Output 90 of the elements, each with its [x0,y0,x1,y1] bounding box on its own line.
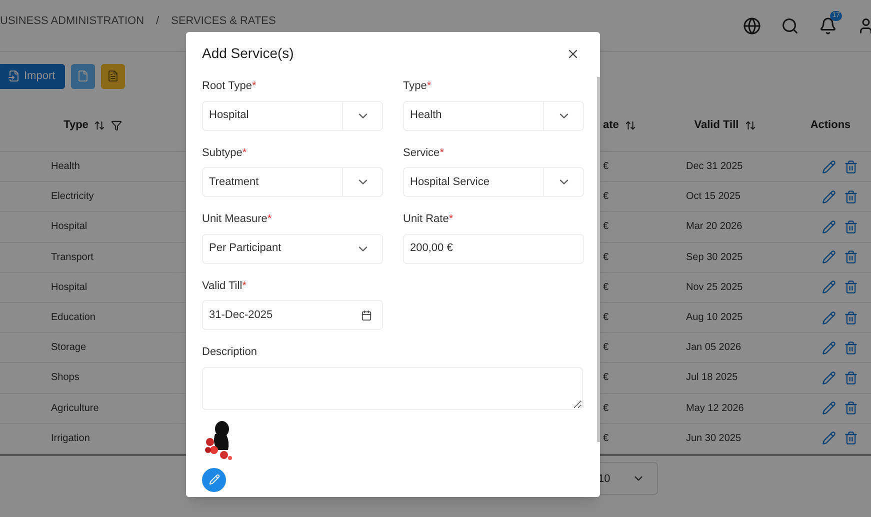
edit-icon[interactable] [822,160,836,174]
select-field[interactable]: Hospital Service [403,167,584,197]
trash-icon[interactable] [844,220,858,234]
breadcrumb-separator: / [156,14,160,30]
field-label: Subtype* [202,146,248,160]
search-icon[interactable] [781,16,799,34]
table-cell-text: Oct 15 2025 [686,190,740,204]
trash-icon[interactable] [844,160,858,174]
column-header[interactable]: Type [64,117,88,134]
table-cell-text: € [603,402,609,416]
trash-icon[interactable] [844,190,858,204]
edit-icon[interactable] [822,190,836,204]
filter-icon[interactable] [111,120,122,131]
trash-icon[interactable] [844,431,858,446]
description-field[interactable] [202,366,583,410]
field-label: Root Type* [202,79,258,94]
column-header: Actions [810,118,851,134]
table-cell-text: € [603,341,609,356]
edit-icon[interactable] [822,370,836,385]
calendar-icon [361,310,372,320]
user-icon[interactable] [857,16,871,34]
edit-icon[interactable] [822,250,836,264]
edit-image-button[interactable] [202,468,226,492]
select-field[interactable]: Hospital [202,100,383,130]
column-header[interactable]: ate [603,117,619,134]
table-cell-text: Electricity [51,190,94,204]
trash-icon[interactable] [844,280,858,294]
file-button[interactable] [71,64,96,88]
field-label: Unit Measure* [202,212,273,227]
sort-icon[interactable] [94,120,106,131]
trash-icon[interactable] [844,370,858,385]
import-icon [8,70,20,82]
column-header[interactable]: Valid Till [694,117,739,134]
trash-icon[interactable] [844,310,858,325]
document-icon [107,70,120,82]
breadcrumb-current: SERVICES & RATES [171,14,276,30]
date-field[interactable]: 31-Dec-2025 [202,300,383,330]
table-cell-text: Health [51,160,80,174]
trash-icon[interactable] [844,340,858,355]
field-label: Service* [403,146,445,160]
edit-icon[interactable] [822,401,836,416]
edit-icon[interactable] [822,280,836,294]
edit-icon[interactable] [822,220,836,234]
field-label: Unit Rate* [403,212,454,227]
table-cell-text: Dec 31 2025 [686,160,743,174]
trash-icon[interactable] [844,250,858,264]
table-cell-text: May 12 2026 [686,402,744,416]
table-cell-text: € [603,250,609,265]
table-cell-text: Shops [51,371,80,386]
table-cell-text: Hospital [51,220,88,234]
breadcrumb-link[interactable]: USINESS ADMINISTRATION [0,13,144,30]
edit-icon[interactable] [822,431,836,446]
pdf-button[interactable] [101,64,126,88]
table-cell-text: Mar 20 2026 [686,220,742,234]
table-cell-text: Aug 10 2025 [686,311,743,326]
bell-icon[interactable] [819,16,837,34]
table-cell-text: Jul 18 2025 [686,371,738,386]
table-cell-text: € [603,311,609,326]
sort-icon[interactable] [624,120,636,131]
table-cell-text: € [603,371,609,386]
input-field[interactable]: 200,00 € [403,234,584,264]
dialog-title: Add Service(s) [202,44,294,63]
field-label: Description [202,345,258,360]
table-cell-text: Jan 05 2026 [686,341,742,356]
pencil-icon [208,474,220,485]
field-label: Type* [403,79,432,94]
trash-icon[interactable] [844,401,858,416]
file-icon [77,70,90,82]
table-cell-text: Nov 25 2025 [686,280,743,295]
sort-icon[interactable] [744,120,756,131]
table-cell-text: Education [51,311,96,326]
select-field[interactable]: Health [403,100,584,130]
table-cell-text: € [603,220,609,234]
table-cell-text: Irrigation [51,432,90,446]
table-cell-text: Jun 30 2025 [686,432,742,446]
edit-icon[interactable] [822,340,836,355]
table-cell-text: Transport [51,250,94,265]
table-cell-text: € [603,190,609,204]
table-cell-text: € [603,160,609,174]
select-field[interactable]: Treatment [202,167,383,197]
table-cell-text: Storage [51,341,86,356]
table-cell-text: Hospital [51,280,88,295]
globe-icon[interactable] [743,16,761,34]
table-cell-text: € [603,432,609,446]
table-cell-text: Agriculture [51,402,99,416]
select-field[interactable]: Per Participant [202,234,383,264]
table-cell-text: Sep 30 2025 [686,250,743,265]
edit-icon[interactable] [822,310,836,325]
table-cell-text: € [603,280,609,295]
field-label: Valid Till* [202,278,248,294]
